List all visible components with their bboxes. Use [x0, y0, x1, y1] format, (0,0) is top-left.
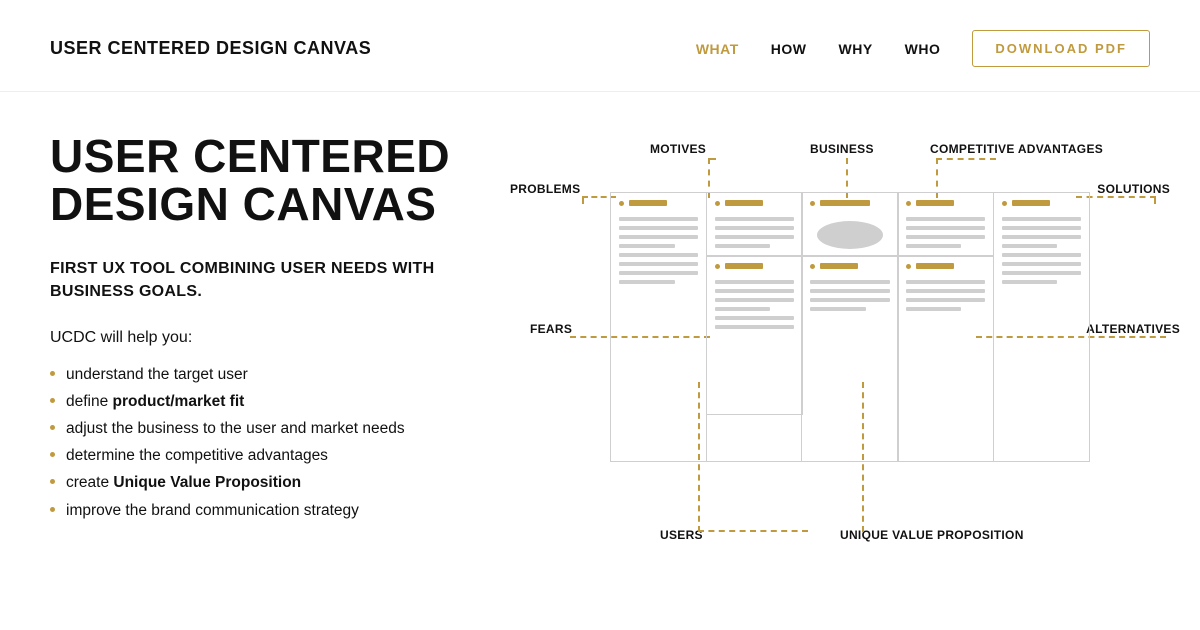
hero-copy: USER CENTERED DESIGN CANVAS FIRST UX TOO…: [50, 132, 480, 552]
cell-users: [801, 255, 898, 462]
diagram-wrap: PROBLEMS MOTIVES BUSINESS COMPETITIVE AD…: [510, 132, 1150, 552]
bullet-icon: [906, 201, 911, 206]
title-line-2: DESIGN CANVAS: [50, 178, 436, 230]
brand-title: USER CENTERED DESIGN CANVAS: [50, 38, 371, 59]
nav-link-how[interactable]: HOW: [771, 41, 807, 57]
header-bar-icon: [725, 200, 763, 206]
placeholder-lines: [906, 217, 985, 253]
list-item: adjust the business to the user and mark…: [50, 415, 480, 442]
title-line-1: USER CENTERED: [50, 130, 450, 182]
header-bar-icon: [820, 200, 870, 206]
benefit-list: understand the target user define produc…: [50, 361, 480, 524]
bullet-icon: [715, 201, 720, 206]
page-subtitle: FIRST UX TOOL COMBINING USER NEEDS WITH …: [50, 257, 480, 303]
list-item: define product/market fit: [50, 388, 480, 415]
label-solutions: SOLUTIONS: [1097, 182, 1170, 196]
label-users: USERS: [660, 528, 703, 542]
placeholder-lines: [715, 217, 794, 253]
placeholder-lines: [1002, 217, 1081, 289]
site-header: USER CENTERED DESIGN CANVAS WHAT HOW WHY…: [0, 0, 1200, 92]
bullet-icon: [619, 201, 624, 206]
canvas-grid: [610, 192, 1090, 462]
nav-link-why[interactable]: WHY: [839, 41, 873, 57]
main-nav: WHAT HOW WHY WHO DOWNLOAD PDF: [696, 30, 1150, 67]
label-alternatives: ALTERNATIVES: [1086, 322, 1180, 336]
lead-text: UCDC will help you:: [50, 329, 480, 347]
bullet-icon: [810, 201, 815, 206]
list-item: create Unique Value Proposition: [50, 469, 480, 496]
label-competitive-advantages: COMPETITIVE ADVANTAGES: [930, 142, 1103, 156]
label-business: BUSINESS: [810, 142, 874, 156]
label-fears: FEARS: [530, 322, 572, 336]
cell-solutions: [993, 192, 1090, 462]
header-bar-icon: [725, 263, 763, 269]
cell-problems: [610, 192, 707, 462]
label-motives: MOTIVES: [650, 142, 706, 156]
placeholder-lines: [715, 280, 794, 334]
cell-alternatives: [897, 255, 994, 462]
main-content: USER CENTERED DESIGN CANVAS FIRST UX TOO…: [0, 92, 1200, 552]
header-bar-icon: [629, 200, 667, 206]
placeholder-lines: [906, 280, 985, 316]
list-item: understand the target user: [50, 361, 480, 388]
bullet-icon: [715, 264, 720, 269]
list-item: determine the competitive advantages: [50, 442, 480, 469]
placeholder-lines: [810, 280, 889, 316]
bullet-icon: [906, 264, 911, 269]
nav-link-who[interactable]: WHO: [905, 41, 941, 57]
cell-fears: [706, 255, 803, 415]
placeholder-lines: [619, 217, 698, 289]
list-item: improve the brand communication strategy: [50, 497, 480, 524]
cell-competitive-advantages: [897, 192, 994, 257]
oval-icon: [817, 221, 883, 249]
cell-business: [801, 192, 898, 257]
nav-link-what[interactable]: WHAT: [696, 41, 739, 57]
header-bar-icon: [820, 263, 858, 269]
bullet-icon: [1002, 201, 1007, 206]
page-title: USER CENTERED DESIGN CANVAS: [50, 132, 480, 229]
header-bar-icon: [1012, 200, 1050, 206]
cell-motives: [706, 192, 803, 257]
download-pdf-button[interactable]: DOWNLOAD PDF: [972, 30, 1150, 67]
bullet-icon: [810, 264, 815, 269]
header-bar-icon: [916, 200, 954, 206]
header-bar-icon: [916, 263, 954, 269]
label-problems: PROBLEMS: [510, 182, 580, 196]
canvas-diagram: PROBLEMS MOTIVES BUSINESS COMPETITIVE AD…: [510, 132, 1150, 552]
